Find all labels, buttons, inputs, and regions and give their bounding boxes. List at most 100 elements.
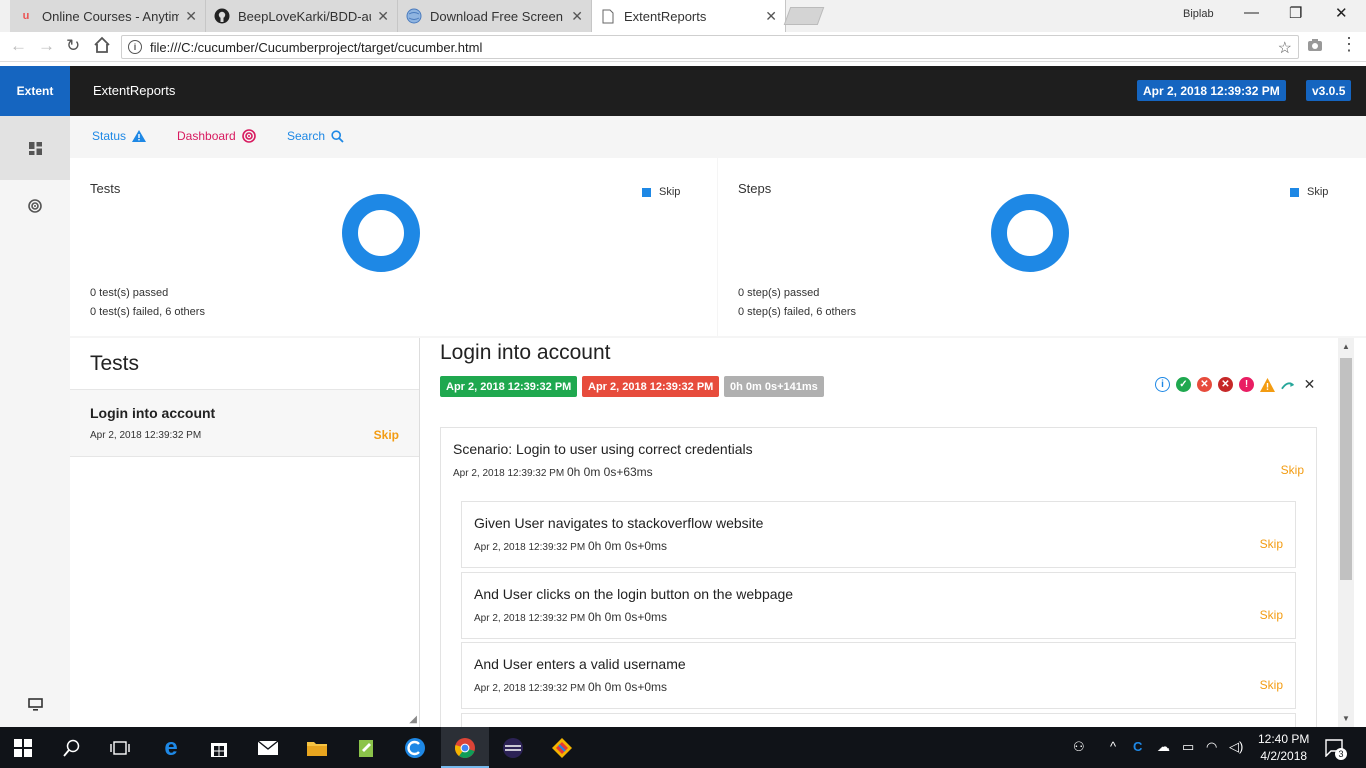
new-tab-button[interactable] bbox=[783, 7, 825, 25]
minimize-icon[interactable]: — bbox=[1244, 4, 1259, 21]
scrollbar-thumb[interactable] bbox=[1340, 358, 1352, 580]
fatal-x-icon[interactable]: ✕ bbox=[1218, 377, 1233, 392]
steps-legend[interactable]: Skip bbox=[1290, 186, 1328, 198]
status-filter-icons: i ✓ ✕ ✕ ! ✕ bbox=[1155, 376, 1317, 392]
report-name: ExtentReports bbox=[93, 83, 176, 98]
battery-icon[interactable]: ▭ bbox=[1182, 739, 1194, 755]
address-bar[interactable]: i file:///C:/cucumber/Cucumberproject/ta… bbox=[121, 35, 1299, 59]
info-icon[interactable]: i bbox=[1155, 377, 1170, 392]
windows-start-icon[interactable] bbox=[10, 735, 36, 761]
onedrive-cloud-icon[interactable]: ☁ bbox=[1157, 739, 1170, 755]
brand-logo[interactable]: Extent bbox=[0, 66, 70, 116]
scenario-card[interactable]: Scenario: Login to user using correct cr… bbox=[440, 427, 1317, 727]
tab-title: Download Free Screen Re bbox=[430, 8, 565, 24]
tab-close-icon[interactable]: ✕ bbox=[765, 8, 777, 25]
restore-icon[interactable]: ❐ bbox=[1289, 4, 1302, 22]
step-duration: 0h 0m 0s+0ms bbox=[587, 539, 668, 553]
tab-online-courses[interactable]: u Online Courses - Anytime ✕ bbox=[10, 0, 206, 32]
subnav-dashboard-label: Dashboard bbox=[177, 129, 236, 143]
legend-swatch bbox=[642, 187, 651, 197]
target-icon bbox=[28, 199, 42, 213]
subnav-search[interactable]: Search bbox=[287, 129, 344, 143]
subnav-status[interactable]: Status bbox=[92, 129, 147, 143]
side-nav-tests[interactable] bbox=[0, 116, 70, 180]
test-list-item[interactable]: Login into account Apr 2, 2018 12:39:32 … bbox=[70, 390, 419, 457]
test-list-panel: Tests Login into account Apr 2, 2018 12:… bbox=[70, 338, 420, 727]
ccleaner-tray-icon[interactable]: C bbox=[1133, 739, 1142, 754]
wifi-icon[interactable]: ◠ bbox=[1206, 739, 1217, 755]
resize-grip-icon[interactable]: ◢ bbox=[409, 714, 417, 725]
browser-menu-icon[interactable]: ⋮ bbox=[1340, 34, 1358, 55]
close-window-icon[interactable]: ✕ bbox=[1335, 4, 1348, 22]
fail-x-icon[interactable]: ✕ bbox=[1197, 377, 1212, 392]
back-icon[interactable]: ← bbox=[10, 36, 27, 56]
end-time-label: Apr 2, 2018 12:39:32 PM bbox=[582, 376, 720, 397]
step-time: Apr 2, 2018 12:39:32 PM 0h 0m 0s+0ms bbox=[474, 539, 667, 553]
notepad-plus-icon[interactable] bbox=[353, 735, 379, 761]
volume-icon[interactable]: ◁) bbox=[1229, 739, 1243, 755]
steps-card-title: Steps bbox=[738, 181, 772, 196]
camera-icon[interactable] bbox=[1307, 38, 1323, 56]
scenario-duration: 0h 0m 0s+63ms bbox=[566, 465, 653, 479]
legend-label: Skip bbox=[659, 186, 681, 198]
pass-check-icon[interactable]: ✓ bbox=[1176, 377, 1191, 392]
scroll-up-arrow-icon[interactable]: ▲ bbox=[1342, 342, 1350, 351]
search-icon[interactable] bbox=[59, 735, 85, 761]
tab-close-icon[interactable]: ✕ bbox=[377, 8, 389, 25]
steps-donut-chart bbox=[991, 194, 1069, 272]
tab-download[interactable]: Download Free Screen Re ✕ bbox=[398, 0, 592, 32]
step-time: Apr 2, 2018 12:39:32 PM 0h 0m 0s+0ms bbox=[474, 680, 667, 694]
start-time-label: Apr 2, 2018 12:39:32 PM bbox=[440, 376, 578, 397]
page-icon bbox=[600, 8, 616, 24]
skip-arrow-icon[interactable] bbox=[1281, 377, 1296, 392]
step-status-skip: Skip bbox=[1259, 608, 1283, 622]
edge-icon[interactable]: e bbox=[158, 734, 184, 761]
report-header: Extent ExtentReports Apr 2, 2018 12:39:3… bbox=[0, 66, 1366, 116]
side-nav-dashboard[interactable] bbox=[0, 174, 70, 238]
show-hidden-icons-chevron-icon[interactable]: ^ bbox=[1110, 739, 1116, 754]
tab-github[interactable]: BeepLoveKarki/BDD-auto ✕ bbox=[206, 0, 398, 32]
step-title: Given User navigates to stackoverflow we… bbox=[474, 515, 764, 531]
home-icon[interactable] bbox=[93, 36, 111, 59]
clock-date: 4/2/2018 bbox=[1260, 749, 1308, 763]
reload-icon[interactable]: ↻ bbox=[66, 36, 80, 56]
subnav-dashboard[interactable]: Dashboard bbox=[177, 129, 256, 143]
chrome-icon[interactable] bbox=[452, 735, 478, 761]
step-item[interactable]: Given User navigates to stackoverflow we… bbox=[461, 501, 1296, 568]
tab-close-icon[interactable]: ✕ bbox=[185, 8, 197, 25]
forward-icon[interactable]: → bbox=[38, 36, 55, 56]
steps-card: Steps Skip 0 step(s) passed 0 step(s) fa… bbox=[718, 158, 1366, 336]
tab-extentreports[interactable]: ExtentReports ✕ bbox=[592, 0, 786, 32]
warning-triangle-icon bbox=[132, 130, 147, 142]
step-item[interactable] bbox=[461, 713, 1296, 727]
scenario-timestamp: Apr 2, 2018 12:39:32 PM bbox=[453, 468, 565, 479]
scenario-title: Scenario: Login to user using correct cr… bbox=[453, 441, 753, 457]
profile-name[interactable]: Biplab bbox=[1183, 8, 1214, 20]
error-exclamation-icon[interactable]: ! bbox=[1239, 377, 1254, 392]
system-clock[interactable]: 12:40 PM 4/2/2018 bbox=[1258, 731, 1309, 765]
tab-close-icon[interactable]: ✕ bbox=[571, 8, 583, 25]
file-explorer-icon[interactable] bbox=[304, 735, 330, 761]
ccleaner-icon[interactable] bbox=[402, 735, 428, 761]
scroll-down-arrow-icon[interactable]: ▼ bbox=[1342, 714, 1350, 723]
clear-filter-icon[interactable]: ✕ bbox=[1302, 376, 1317, 392]
people-icon[interactable]: ⚇ bbox=[1073, 739, 1085, 755]
info-icon[interactable]: i bbox=[128, 40, 142, 54]
step-item[interactable]: And User enters a valid username Apr 2, … bbox=[461, 642, 1296, 709]
step-title: And User enters a valid username bbox=[474, 656, 686, 672]
eclipse-icon[interactable] bbox=[500, 735, 526, 761]
steps-donut-slice-skip[interactable] bbox=[991, 194, 1069, 272]
vertical-scrollbar[interactable]: ▲ ▼ bbox=[1338, 338, 1354, 727]
git-icon[interactable] bbox=[549, 735, 575, 761]
store-icon[interactable] bbox=[206, 735, 232, 761]
bookmark-star-icon[interactable]: ☆ bbox=[1278, 38, 1292, 58]
step-duration: 0h 0m 0s+0ms bbox=[587, 610, 668, 624]
step-item[interactable]: And User clicks on the login button on t… bbox=[461, 572, 1296, 639]
tests-donut-slice-skip[interactable] bbox=[342, 194, 420, 272]
notification-center-icon[interactable]: 3 bbox=[1325, 739, 1347, 760]
tests-legend[interactable]: Skip bbox=[642, 186, 680, 198]
task-view-icon[interactable] bbox=[107, 735, 133, 761]
test-name: Login into account bbox=[90, 405, 216, 421]
warning-icon[interactable] bbox=[1260, 377, 1275, 392]
mail-icon[interactable] bbox=[255, 735, 281, 761]
